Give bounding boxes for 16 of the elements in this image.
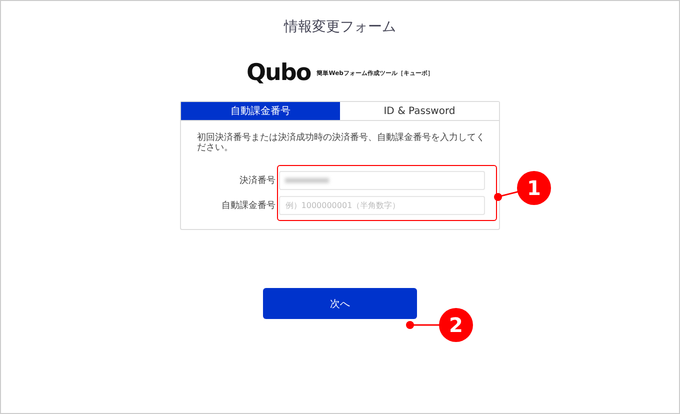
field-label: 自動課金番号 (220, 200, 276, 212)
blurred-value (285, 178, 330, 183)
field-label: 決済番号 (238, 174, 276, 187)
anchor-dot (406, 321, 414, 329)
logo: Qubo (246, 60, 311, 86)
input-field[interactable] (279, 171, 485, 190)
instruction-text: 初回決済番号または決済成功時の決済番号、自動課金番号を入力してください。 (197, 133, 485, 153)
tab[interactable]: ID & Password (340, 102, 499, 121)
tab[interactable]: 自動課金番号 (181, 102, 340, 121)
next-button[interactable]: 次へ (263, 288, 417, 319)
anchor-dot (494, 193, 502, 201)
callout-badge: 2 (439, 308, 473, 342)
form-title: 情報変更フォーム (284, 18, 396, 36)
input-field[interactable]: 例）1000000001（半角数字） (279, 196, 485, 215)
callout-badge: 1 (517, 171, 551, 205)
leader-line (411, 323, 441, 327)
